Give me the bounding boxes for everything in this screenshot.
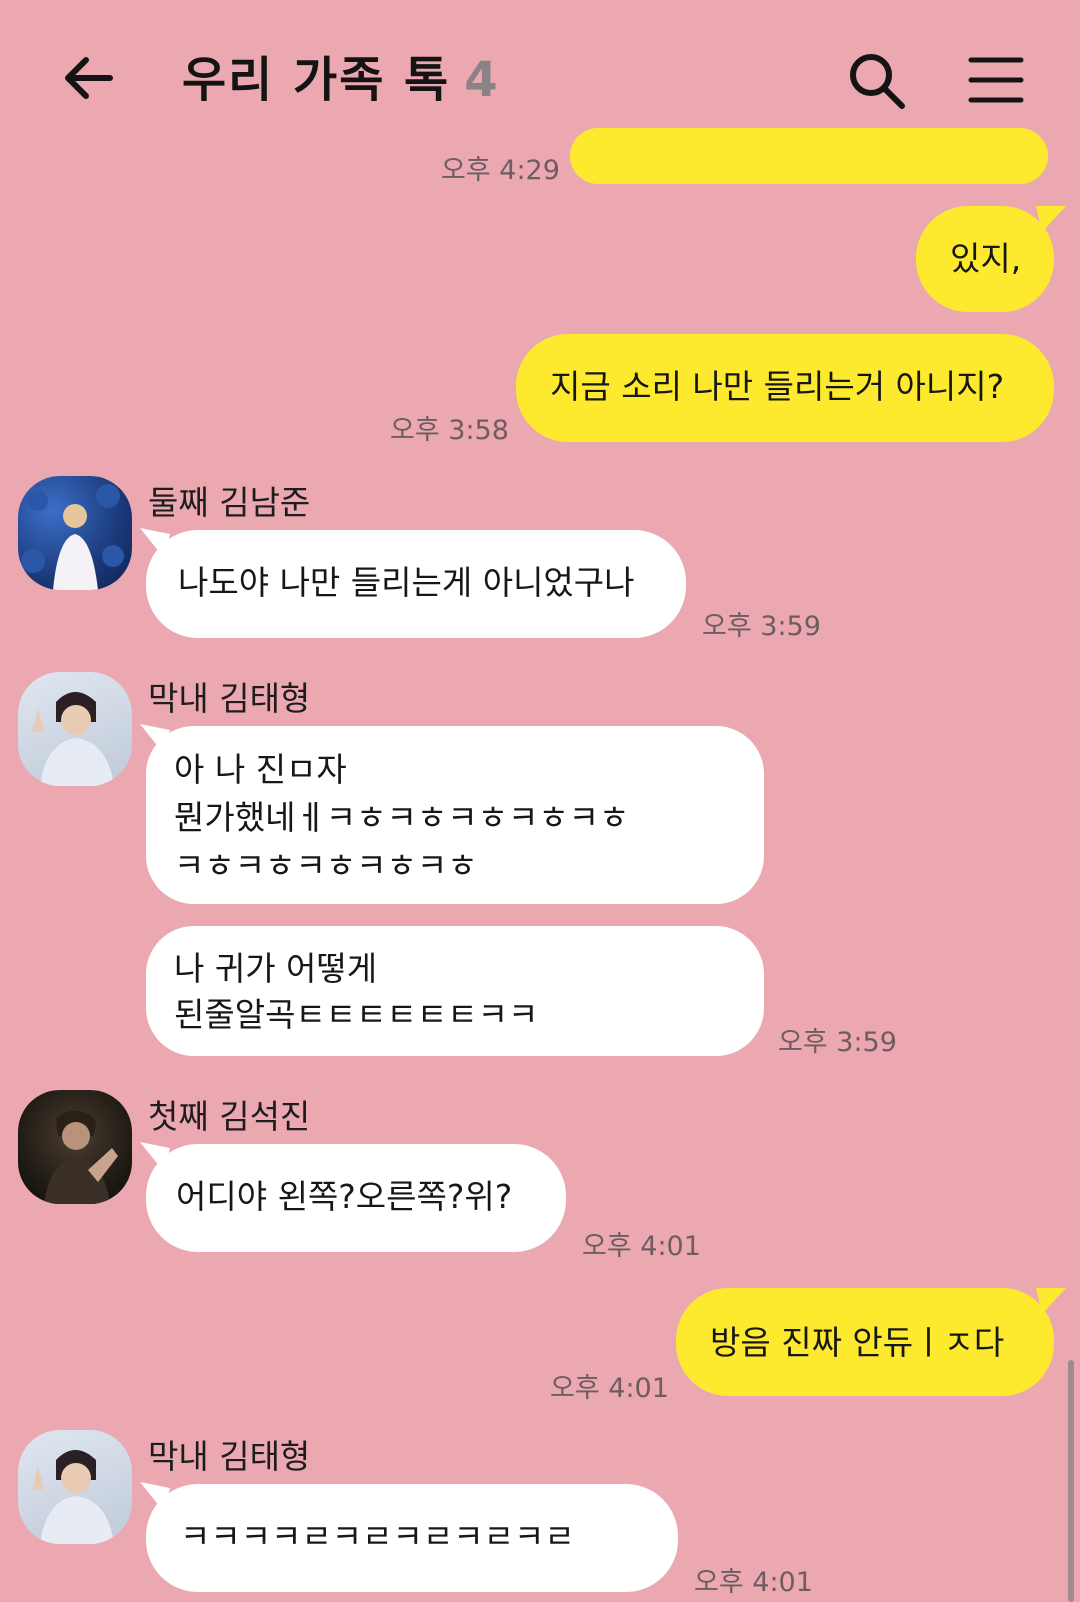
sender-name: 첫째 김석진 [148,1097,311,1136]
person-photo-icon [44,1110,118,1204]
my-message-bubble[interactable]: 지금 소리 나만 들리는거 아니지? [516,334,1054,442]
avatar[interactable] [18,476,132,590]
message-text: 방음 진짜 안듀ㅣㅈ다 [710,1323,1005,1362]
my-message-bubble[interactable]: 방음 진짜 안듀ㅣㅈ다 [676,1288,1054,1396]
message-text-line: 된줄알곡ㅌㅌㅌㅌㅌㅌㅋㅋ [174,995,539,1034]
person-photo-icon [21,484,124,590]
message-text: 있지, [950,239,1022,278]
avatar[interactable] [18,1430,132,1544]
arrow-left-icon [65,57,113,99]
person-photo-icon [32,1450,114,1544]
sender-name: 막내 김태형 [148,679,311,718]
other-message-bubble[interactable]: 나도야 나만 들리는게 아니었구나 [146,530,686,638]
my-message-bubble[interactable] [570,128,1048,184]
message-text-line: 뭔가했네ㅔㅋㅎㅋㅎㅋㅎㅋㅎㅋㅎ [174,798,630,837]
other-message-bubble[interactable]: ㅋㅋㅋㅋㄹㅋㄹㅋㄹㅋㄹㅋㄹ [146,1484,678,1592]
sender-name: 막내 김태형 [148,1437,311,1476]
message-time: 오후 4:01 [694,1567,813,1598]
message-text-line: ㅋㅎㅋㅎㅋㅎㅋㅎㅋㅎ [174,846,478,885]
other-message-bubble[interactable]: 아 나 진ㅁ자 뭔가했네ㅔㅋㅎㅋㅎㅋㅎㅋㅎㅋㅎ ㅋㅎㅋㅎㅋㅎㅋㅎㅋㅎ [146,726,764,904]
message-text: ㅋㅋㅋㅋㄹㅋㄹㅋㄹㅋㄹㅋㄹ [180,1517,575,1556]
message-text: 나도야 나만 들리는게 아니었구나 [178,563,635,602]
sender-name: 둘째 김남준 [148,483,311,522]
message-text-line: 나 귀가 어떻게 [174,949,378,988]
my-message-bubble[interactable]: 있지, [916,206,1054,312]
message-text: 지금 소리 나만 들리는거 아니지? [550,367,1005,406]
message-text: 어디야 왼쪽?오른쪽?위? [176,1177,513,1216]
other-message-bubble[interactable]: 나 귀가 어떻게 된줄알곡ㅌㅌㅌㅌㅌㅌㅋㅋ [146,926,764,1056]
other-message-bubble[interactable]: 어디야 왼쪽?오른쪽?위? [146,1144,566,1252]
chat-title: 우리 가족 톡4 [182,40,500,110]
message-time: 오후 4:29 [441,155,560,186]
message-time: 오후 3:59 [778,1027,897,1058]
menu-button[interactable] [968,54,1024,106]
message-time: 오후 3:59 [702,611,821,642]
scrollbar[interactable] [1068,1360,1074,1602]
avatar[interactable] [18,1090,132,1204]
message-time: 오후 3:58 [390,415,509,446]
message-text-line: 아 나 진ㅁ자 [174,750,347,789]
member-count: 4 [464,52,500,108]
search-button[interactable] [846,50,908,112]
message-time: 오후 4:01 [550,1373,669,1404]
chat-title-text: 우리 가족 톡 [182,52,451,108]
bubble-tail [1036,206,1066,232]
person-photo-icon [32,692,114,786]
hamburger-menu-icon [968,57,1024,103]
back-button[interactable] [58,48,118,108]
bubble-tail [1036,1288,1066,1314]
message-time: 오후 4:01 [582,1231,701,1262]
search-icon [850,54,905,109]
avatar[interactable] [18,672,132,786]
